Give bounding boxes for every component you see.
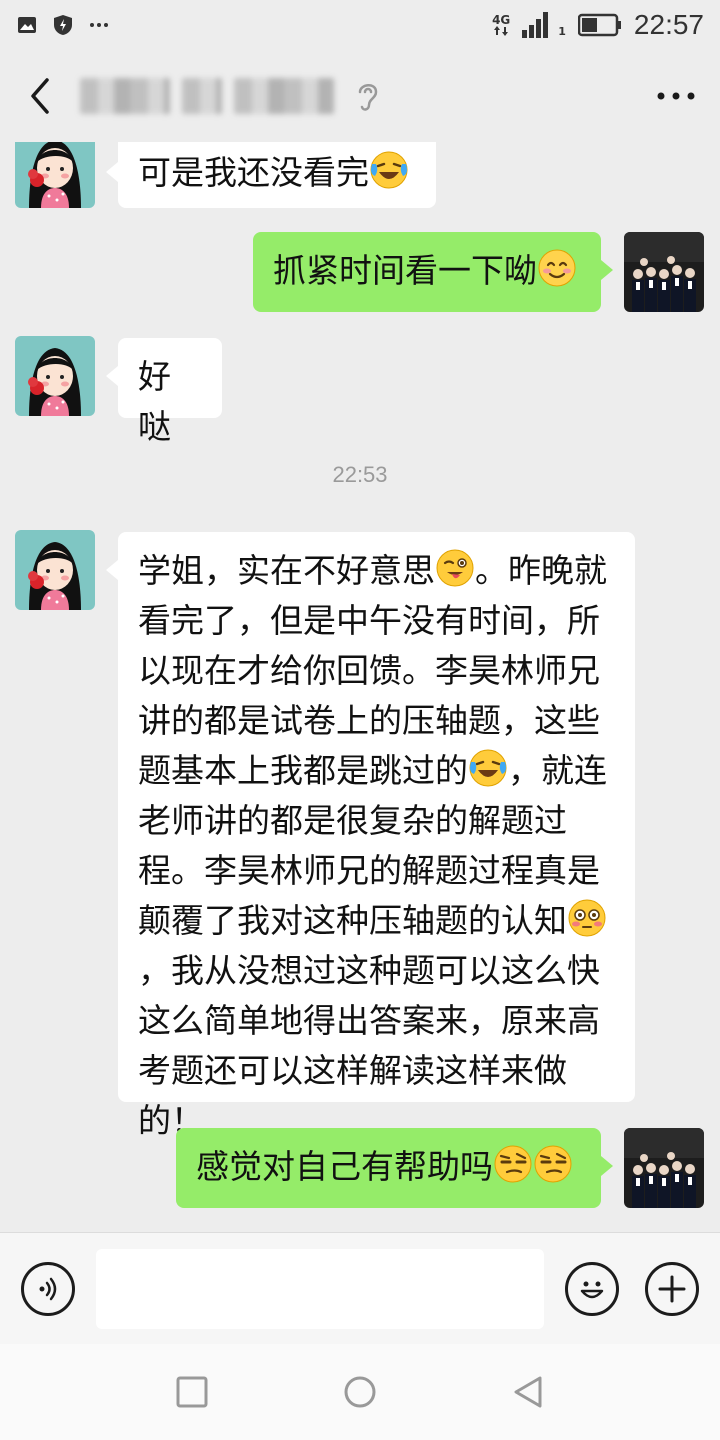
status-bar: 4G 1 22:57 [0, 0, 720, 50]
flushed-emoji-icon [567, 898, 607, 938]
system-nav-bar [0, 1344, 720, 1440]
incoming-message-bubble[interactable]: 好哒 [106, 338, 222, 446]
back-button[interactable] [14, 70, 66, 122]
ellipsis-icon [657, 92, 695, 100]
more-options-button[interactable] [646, 70, 706, 122]
raised-eyebrow-emoji-icon [533, 1144, 573, 1184]
chevron-left-icon [31, 78, 49, 114]
voice-icon [39, 1277, 57, 1301]
back-triangle-icon[interactable] [508, 1372, 548, 1412]
name-blur-block [234, 78, 334, 114]
my-avatar[interactable] [624, 232, 704, 312]
message-text: 抓紧时间看一下呦 [273, 251, 537, 290]
my-avatar[interactable] [624, 1128, 704, 1208]
chat-header [0, 50, 720, 142]
message-input[interactable] [96, 1249, 544, 1329]
message-text-part: ，我从没想过这种题可以这么快这么简单地得出答案来，原来高考题还可以这样解读这样来… [138, 951, 600, 1140]
signal-sub: 1 [558, 25, 566, 38]
message-text-part: 学姐，实在不好意思 [138, 551, 435, 590]
contact-name-obscured [80, 78, 382, 114]
crying-laughing-emoji-icon [369, 150, 409, 190]
crying-laughing-emoji-icon [468, 748, 508, 788]
outgoing-message-bubble[interactable]: 抓紧时间看一下呦 [253, 232, 613, 312]
contact-avatar[interactable] [15, 142, 95, 208]
earpiece-icon [358, 84, 378, 111]
network-type: 4G [492, 13, 511, 27]
name-blur-block [182, 78, 222, 114]
name-blur-block [80, 78, 170, 114]
status-left-icons [16, 14, 110, 36]
gallery-icon [18, 17, 36, 33]
more-functions-button[interactable] [645, 1262, 699, 1316]
shield-bolt-icon [54, 15, 72, 35]
data-arrows-icon [494, 26, 509, 36]
status-right: 4G 1 22:57 [492, 9, 704, 41]
outgoing-message-bubble[interactable]: 感觉对自己有帮助吗 [176, 1128, 613, 1208]
emoji-button[interactable] [565, 1262, 619, 1316]
more-dots-icon [90, 23, 108, 27]
network-indicator: 4G [492, 14, 510, 36]
smiling-blush-emoji-icon [537, 248, 577, 288]
battery-icon [577, 13, 621, 37]
chat-message-list[interactable]: 可是我还没看完 抓紧时间看一下呦 好哒 22:53 学姐，实在不好意思 。昨晚就看… [0, 142, 720, 1232]
message-text: 可是我还没看完 [138, 153, 369, 192]
home-icon[interactable] [340, 1372, 380, 1412]
plus-icon [658, 1275, 686, 1303]
message-text: 感觉对自己有帮助吗 [196, 1147, 493, 1186]
incoming-message-bubble[interactable]: 学姐，实在不好意思 。昨晚就看完了，但是中午没有时间，所以现在才给你回馈。李昊林师… [106, 532, 635, 1140]
input-bar [0, 1232, 720, 1344]
voice-input-button[interactable] [21, 1262, 75, 1316]
clock: 22:57 [633, 9, 704, 40]
winking-tongue-emoji-icon [435, 548, 475, 588]
contact-avatar[interactable] [15, 530, 95, 610]
raised-eyebrow-emoji-icon [493, 1144, 533, 1184]
smiley-icon [580, 1281, 604, 1299]
incoming-message-bubble[interactable]: 可是我还没看完 [106, 142, 436, 208]
recent-apps-icon[interactable] [172, 1372, 212, 1412]
message-timestamp: 22:53 [332, 462, 388, 487]
message-text: 好哒 [138, 357, 171, 446]
signal-icon [522, 12, 549, 38]
contact-avatar[interactable] [15, 336, 95, 416]
